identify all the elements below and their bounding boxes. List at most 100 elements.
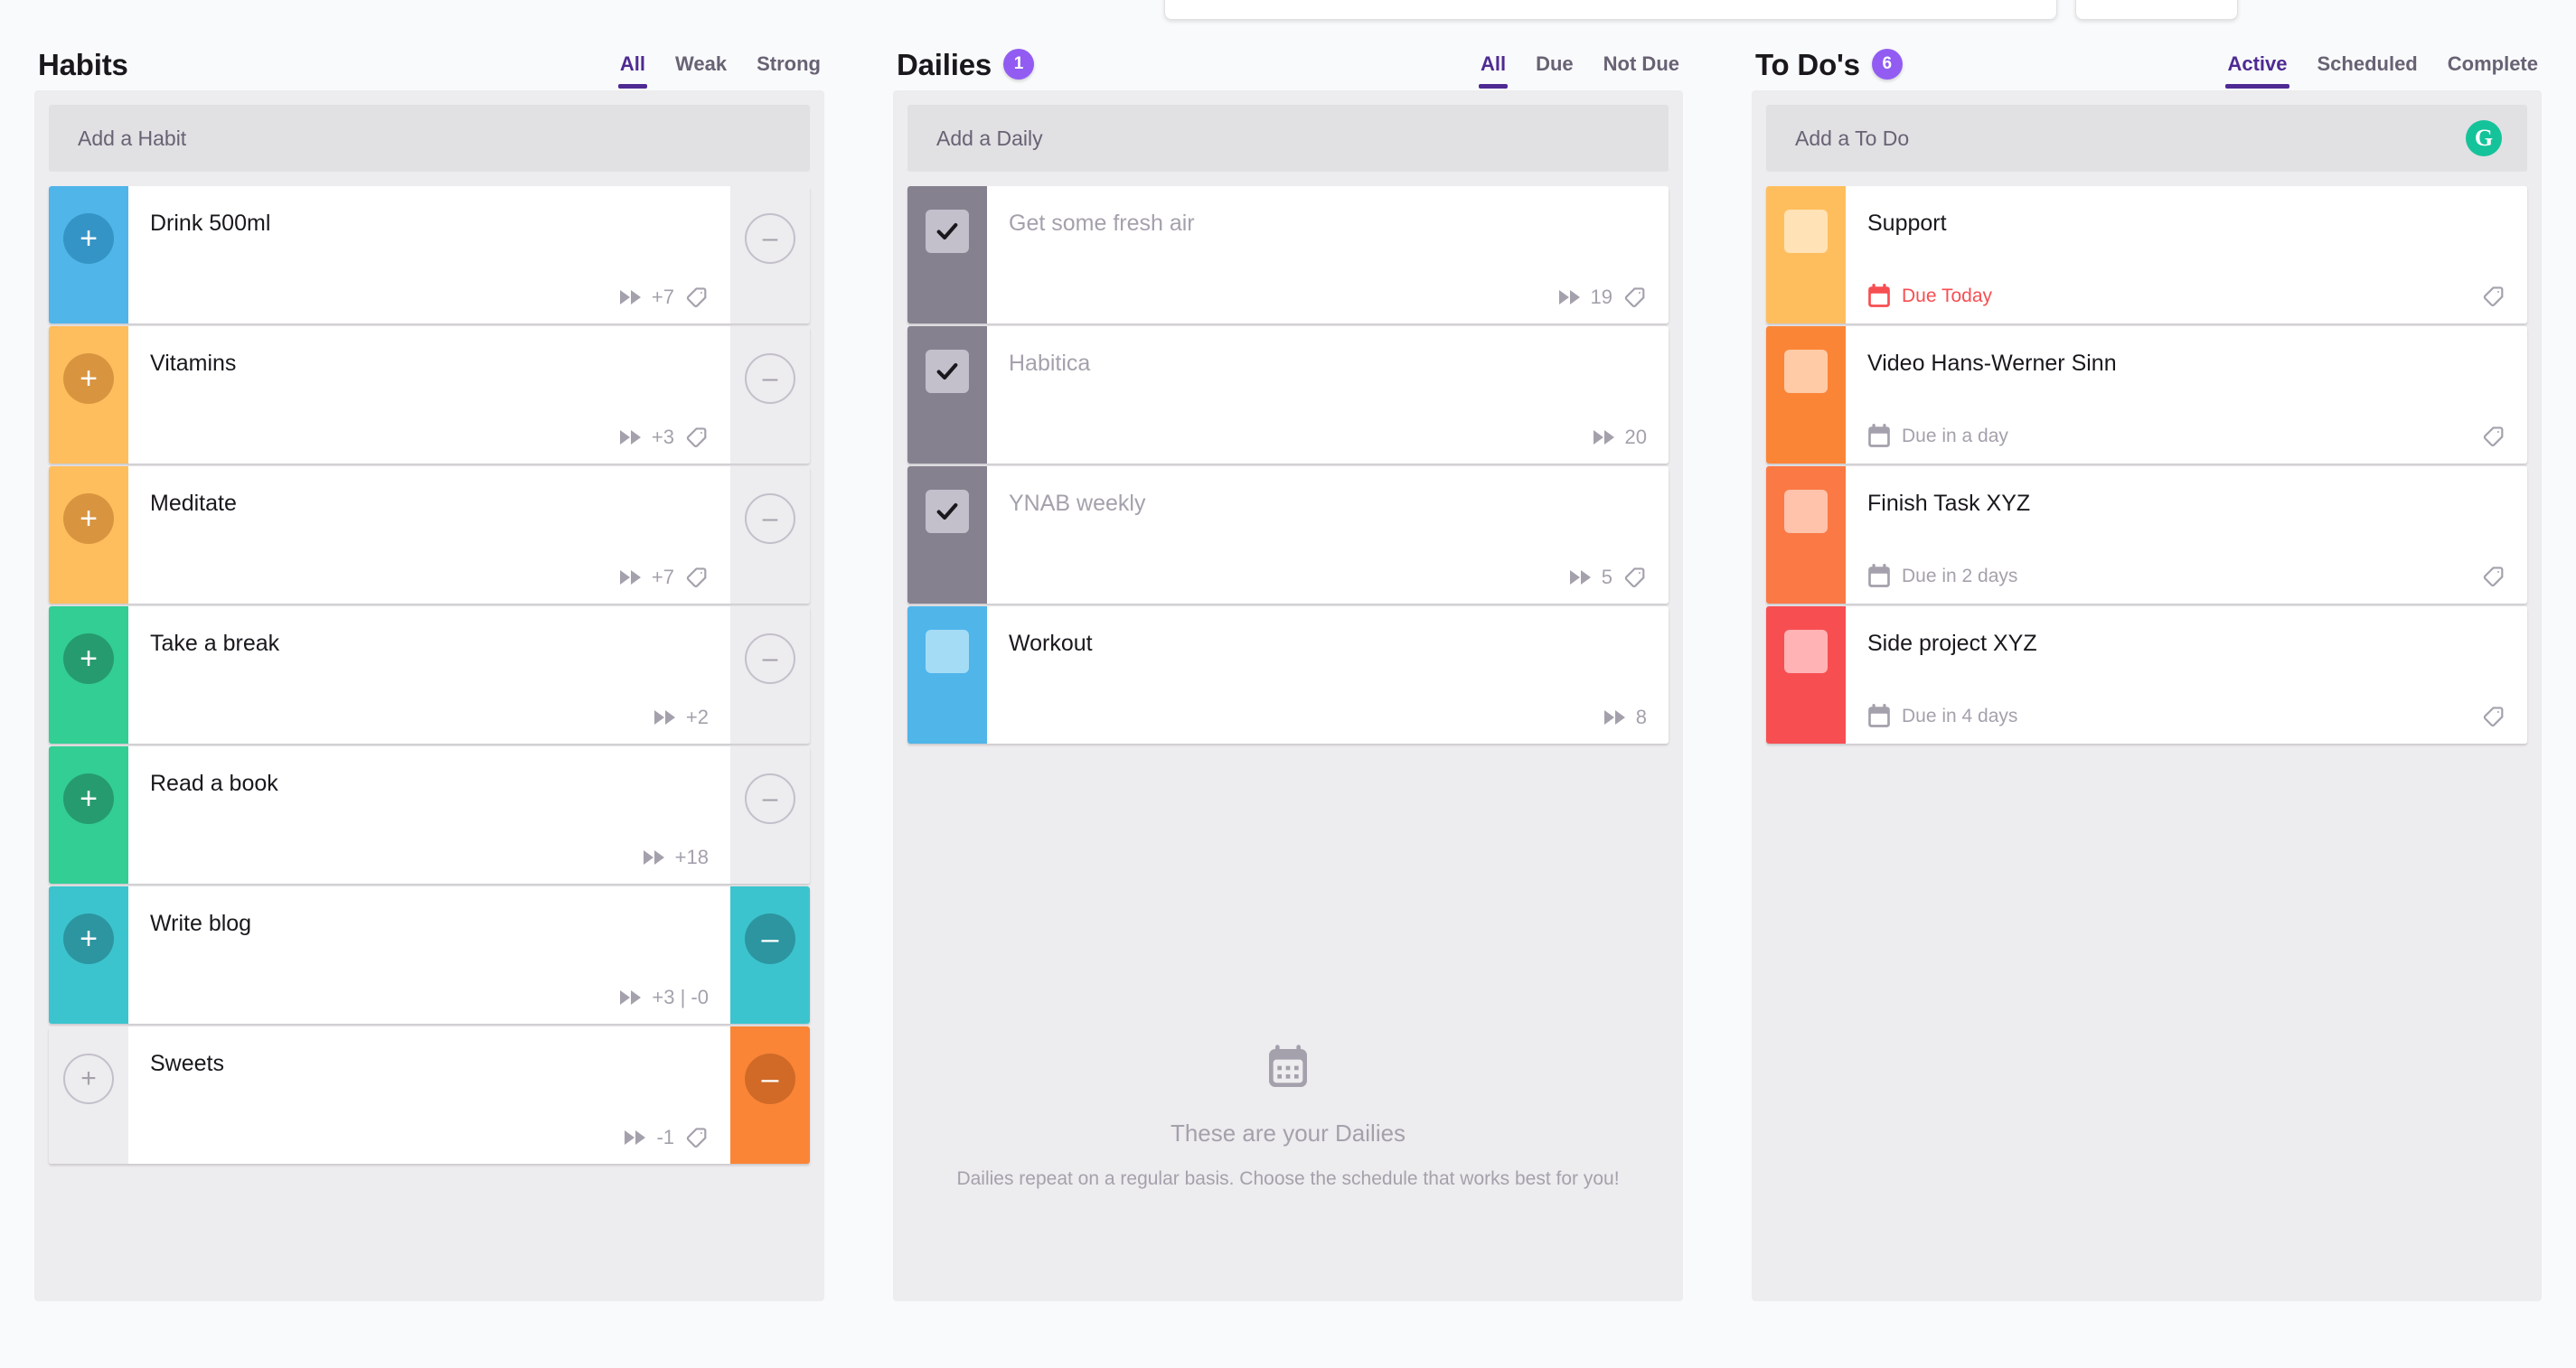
habit-plus-button[interactable]: + <box>63 353 114 404</box>
daily-checkbox-cell[interactable] <box>907 326 987 464</box>
add-daily-input[interactable]: Add a Daily <box>907 105 1669 172</box>
habit-content[interactable]: Vitamins +3 <box>128 326 730 464</box>
search-input[interactable] <box>1164 0 2057 20</box>
daily-row[interactable]: Habitica 20 <box>907 326 1669 464</box>
todo-checkbox-cell[interactable] <box>1766 466 1846 604</box>
habit-minus-button[interactable]: – <box>745 1054 795 1104</box>
habit-minus-button[interactable]: – <box>745 493 795 544</box>
habit-minus-cell[interactable]: – <box>730 1026 810 1164</box>
grammarly-icon[interactable]: G <box>2466 120 2502 156</box>
habit-plus-cell[interactable]: + <box>49 746 128 884</box>
habit-content[interactable]: Write blog +3 | -0 <box>128 886 730 1024</box>
todo-checkbox-cell[interactable] <box>1766 606 1846 744</box>
daily-checkbox-cell[interactable] <box>907 606 987 744</box>
daily-content[interactable]: Workout 8 <box>987 606 1669 744</box>
todo-row[interactable]: Finish Task XYZ Due in 2 days <box>1766 466 2527 604</box>
habit-minus-cell[interactable]: – <box>730 186 810 323</box>
tab-dailies-due[interactable]: Due <box>1536 52 1574 89</box>
habit-content[interactable]: Sweets -1 <box>128 1026 730 1164</box>
habit-row[interactable]: + Meditate +7 – <box>49 466 810 604</box>
habit-minus-cell[interactable]: – <box>730 326 810 464</box>
todo-content[interactable]: Video Hans-Werner Sinn Due in a day <box>1846 326 2527 464</box>
add-habit-input[interactable]: Add a Habit <box>49 105 810 172</box>
top-bar-stubs <box>0 0 2576 20</box>
todo-content[interactable]: Side project XYZ Due in 4 days <box>1846 606 2527 744</box>
todo-checkbox[interactable] <box>1784 350 1828 393</box>
habit-title: Read a book <box>150 771 278 796</box>
tab-habits-strong[interactable]: Strong <box>757 52 821 89</box>
header-button[interactable] <box>2075 0 2238 20</box>
habit-row[interactable]: + Write blog +3 | -0 – <box>49 886 810 1024</box>
habit-minus-cell[interactable]: – <box>730 466 810 604</box>
habit-meta: +3 <box>150 426 709 449</box>
todo-row[interactable]: Video Hans-Werner Sinn Due in a day <box>1766 326 2527 464</box>
habit-minus-button[interactable]: – <box>745 213 795 264</box>
habit-plus-cell[interactable]: + <box>49 466 128 604</box>
tab-todos-scheduled[interactable]: Scheduled <box>2317 52 2418 89</box>
habit-plus-button[interactable]: + <box>63 633 114 684</box>
daily-row[interactable]: YNAB weekly 5 <box>907 466 1669 604</box>
add-todo-input[interactable]: Add a To Do G <box>1766 105 2527 172</box>
habit-content[interactable]: Drink 500ml +7 <box>128 186 730 323</box>
todo-bottom: Due in 2 days <box>1867 564 2505 589</box>
daily-content[interactable]: Get some fresh air 19 <box>987 186 1669 323</box>
dailies-header: Dailies 1 All Due Not Due <box>893 38 1683 90</box>
tab-todos-active[interactable]: Active <box>2225 52 2289 89</box>
tab-todos-complete[interactable]: Complete <box>2448 52 2538 89</box>
todo-checkbox[interactable] <box>1784 630 1828 673</box>
habit-content[interactable]: Take a break +2 <box>128 606 730 744</box>
habit-minus-cell[interactable]: – <box>730 746 810 884</box>
todo-checkbox[interactable] <box>1784 210 1828 253</box>
todo-checkbox-cell[interactable] <box>1766 326 1846 464</box>
todo-due-date: Due in a day <box>1867 424 2008 449</box>
daily-checkbox-cell[interactable] <box>907 186 987 323</box>
habit-minus-button[interactable]: – <box>745 353 795 404</box>
habit-minus-cell[interactable]: – <box>730 606 810 744</box>
habit-plus-cell[interactable]: + <box>49 326 128 464</box>
daily-checkbox[interactable] <box>926 350 969 393</box>
habits-column: Habits All Weak Strong Add a Habit + Drink … <box>0 38 859 1301</box>
todo-checkbox-cell[interactable] <box>1766 186 1846 323</box>
tab-habits-weak[interactable]: Weak <box>675 52 727 89</box>
dailies-title-wrap: Dailies 1 <box>897 49 1034 80</box>
tab-dailies-not-due[interactable]: Not Due <box>1603 52 1679 89</box>
tab-dailies-all[interactable]: All <box>1478 52 1509 89</box>
todo-row[interactable]: Side project XYZ Due in 4 days <box>1766 606 2527 744</box>
habit-minus-cell[interactable]: – <box>730 886 810 1024</box>
dailies-empty-state: These are your Dailies Dailies repeat on… <box>907 744 1669 1193</box>
habit-plus-cell[interactable]: + <box>49 886 128 1024</box>
daily-content[interactable]: Habitica 20 <box>987 326 1669 464</box>
habit-row[interactable]: + Vitamins +3 – <box>49 326 810 464</box>
daily-checkbox[interactable] <box>926 630 969 673</box>
daily-checkbox[interactable] <box>926 210 969 253</box>
daily-row[interactable]: Get some fresh air 19 <box>907 186 1669 323</box>
habit-minus-button[interactable]: – <box>745 914 795 964</box>
habit-plus-cell[interactable]: + <box>49 1026 128 1164</box>
todo-checkbox[interactable] <box>1784 490 1828 533</box>
daily-checkbox[interactable] <box>926 490 969 533</box>
tab-habits-all[interactable]: All <box>617 52 648 89</box>
habit-plus-button[interactable]: + <box>63 773 114 824</box>
habit-plus-button[interactable]: + <box>63 493 114 544</box>
habit-plus-button[interactable]: + <box>63 914 114 964</box>
habit-row[interactable]: + Take a break +2 – <box>49 606 810 744</box>
todo-content[interactable]: Support Due Today <box>1846 186 2527 323</box>
todo-due-date: Due in 2 days <box>1867 564 2017 589</box>
habit-minus-button[interactable]: – <box>745 633 795 684</box>
daily-checkbox-cell[interactable] <box>907 466 987 604</box>
habit-title: Sweets <box>150 1051 224 1076</box>
habit-row[interactable]: + Sweets -1 – <box>49 1026 810 1164</box>
habit-plus-cell[interactable]: + <box>49 606 128 744</box>
habit-minus-button[interactable]: – <box>745 773 795 824</box>
daily-row[interactable]: Workout 8 <box>907 606 1669 744</box>
habit-plus-cell[interactable]: + <box>49 186 128 323</box>
habit-row[interactable]: + Read a book +18 – <box>49 746 810 884</box>
daily-content[interactable]: YNAB weekly 5 <box>987 466 1669 604</box>
todo-row[interactable]: Support Due Today <box>1766 186 2527 323</box>
todo-content[interactable]: Finish Task XYZ Due in 2 days <box>1846 466 2527 604</box>
habit-content[interactable]: Meditate +7 <box>128 466 730 604</box>
habit-row[interactable]: + Drink 500ml +7 – <box>49 186 810 323</box>
habit-content[interactable]: Read a book +18 <box>128 746 730 884</box>
habit-plus-button[interactable]: + <box>63 1054 114 1104</box>
habit-plus-button[interactable]: + <box>63 213 114 264</box>
